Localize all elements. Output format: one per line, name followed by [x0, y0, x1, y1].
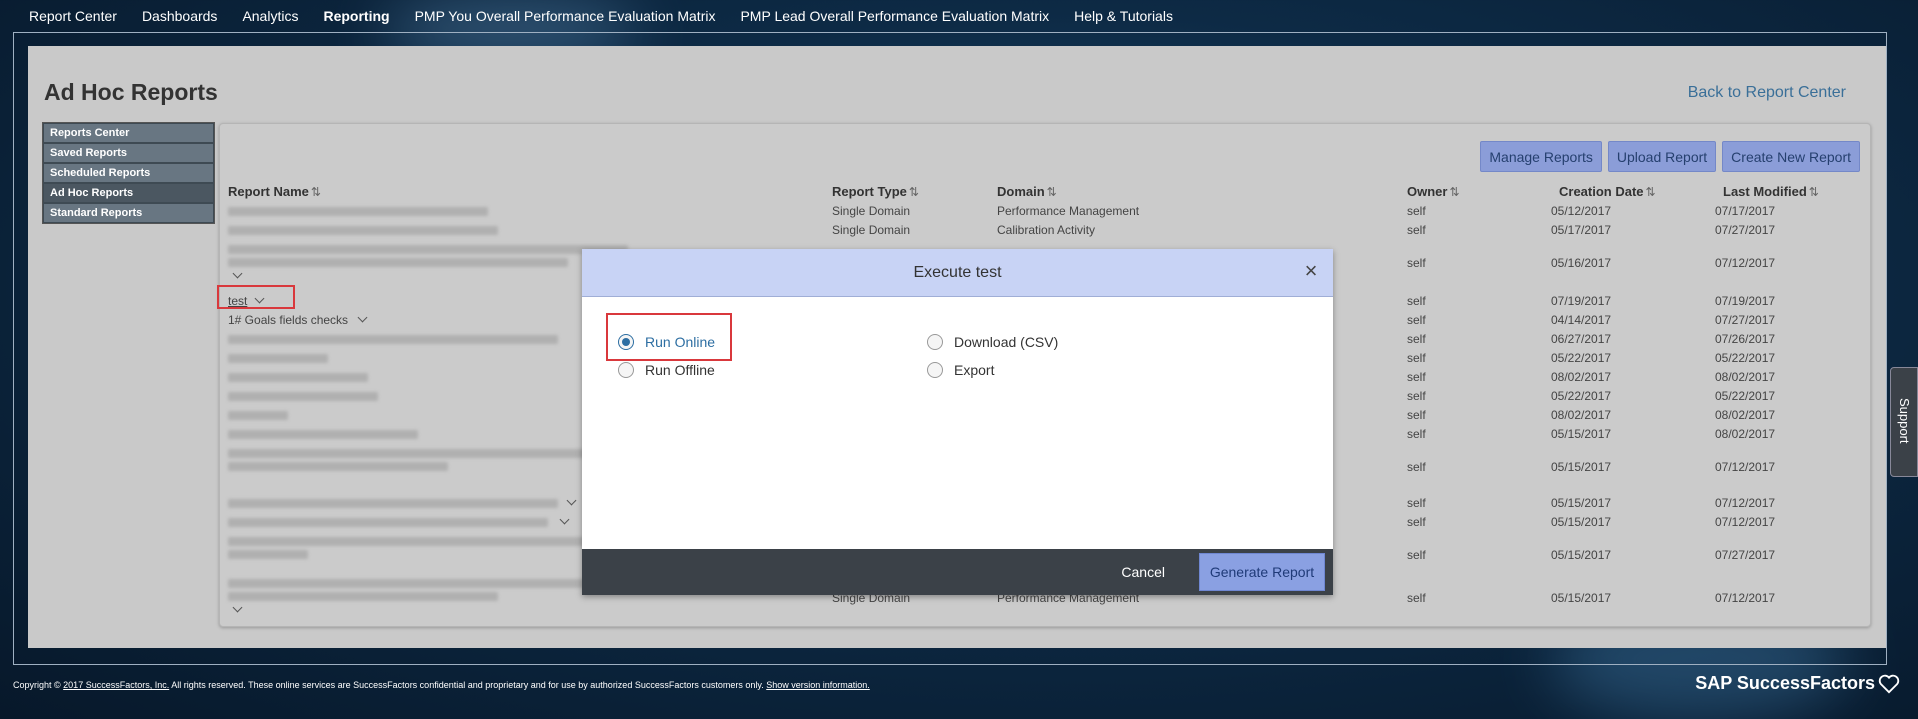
- redacted-name: [228, 462, 448, 471]
- heart-icon: [1878, 674, 1900, 693]
- support-tab[interactable]: Support: [1890, 367, 1918, 477]
- redacted-name: [228, 537, 608, 546]
- execute-report-dialog: Execute test × Run Online Run Offline Do…: [582, 249, 1333, 595]
- brand-logo: SAP SuccessFactors: [1695, 673, 1900, 694]
- page-title: Ad Hoc Reports: [44, 79, 218, 105]
- cancel-button[interactable]: Cancel: [1113, 558, 1173, 586]
- highlight-box: [217, 285, 295, 309]
- column-header-creation-date[interactable]: Creation Date ⇅: [1559, 184, 1656, 199]
- radio-button[interactable]: [927, 362, 943, 378]
- download-csv-option[interactable]: Download (CSV): [927, 334, 1058, 350]
- reports-side-menu: Reports Center Saved Reports Scheduled R…: [42, 122, 215, 224]
- redacted-name: [228, 518, 548, 527]
- sort-icon: ⇅: [1808, 185, 1819, 199]
- redacted-name: [228, 373, 368, 382]
- redacted-name: [228, 592, 498, 601]
- column-header-domain[interactable]: Domain ⇅: [997, 184, 1057, 199]
- top-navigation: Report Center Dashboards Analytics Repor…: [0, 0, 1918, 32]
- sort-icon: ⇅: [908, 185, 919, 199]
- nav-reporting[interactable]: Reporting: [323, 8, 389, 24]
- sidebar-item-standard-reports[interactable]: Standard Reports: [43, 203, 214, 223]
- column-header-owner[interactable]: Owner ⇅: [1407, 184, 1460, 199]
- radio-button[interactable]: [618, 362, 634, 378]
- redacted-name: [228, 245, 628, 254]
- sidebar-item-reports-center[interactable]: Reports Center: [43, 123, 214, 143]
- redacted-name: [228, 579, 628, 588]
- copyright-footer: Copyright © 2017 SuccessFactors, Inc. Al…: [13, 680, 870, 690]
- redacted-name: [228, 207, 488, 216]
- redacted-name: [228, 258, 568, 267]
- redacted-name: [228, 335, 558, 344]
- redacted-name: [228, 449, 588, 458]
- chevron-down-icon[interactable]: [232, 268, 243, 279]
- run-offline-option[interactable]: Run Offline: [618, 362, 715, 378]
- dialog-header: Execute test ×: [582, 249, 1333, 297]
- redacted-name: [228, 499, 558, 508]
- redacted-name: [228, 392, 378, 401]
- sidebar-item-ad-hoc-reports[interactable]: Ad Hoc Reports: [43, 183, 214, 203]
- sidebar-item-scheduled-reports[interactable]: Scheduled Reports: [43, 163, 214, 183]
- report-name-link[interactable]: 1# Goals fields checks: [228, 313, 348, 327]
- dialog-footer: Cancel Generate Report: [582, 549, 1333, 595]
- show-version-link[interactable]: Show version information.: [766, 680, 870, 690]
- nav-pmp-lead-matrix[interactable]: PMP Lead Overall Performance Evaluation …: [740, 8, 1049, 24]
- generate-report-button[interactable]: Generate Report: [1199, 553, 1325, 591]
- redacted-name: [228, 550, 308, 559]
- sort-icon: ⇅: [1645, 185, 1656, 199]
- upload-report-button[interactable]: Upload Report: [1607, 141, 1717, 172]
- nav-pmp-you-matrix[interactable]: PMP You Overall Performance Evaluation M…: [415, 8, 716, 24]
- column-header-report-type[interactable]: Report Type ⇅: [832, 184, 919, 199]
- sort-icon: ⇅: [1046, 185, 1057, 199]
- export-option[interactable]: Export: [927, 362, 994, 378]
- nav-analytics[interactable]: Analytics: [242, 8, 298, 24]
- column-header-report-name[interactable]: Report Name ⇅: [228, 184, 321, 199]
- copyright-link[interactable]: 2017 SuccessFactors, Inc.: [63, 680, 169, 690]
- report-actions: Manage Reports Upload Report Create New …: [1480, 141, 1860, 172]
- manage-reports-button[interactable]: Manage Reports: [1480, 141, 1602, 172]
- redacted-name: [228, 226, 498, 235]
- nav-help-tutorials[interactable]: Help & Tutorials: [1074, 8, 1173, 24]
- radio-button[interactable]: [927, 334, 943, 350]
- redacted-name: [228, 411, 288, 420]
- redacted-name: [228, 430, 418, 439]
- close-icon[interactable]: ×: [1299, 260, 1323, 284]
- chevron-down-icon[interactable]: [566, 495, 577, 506]
- nav-dashboards[interactable]: Dashboards: [142, 8, 218, 24]
- back-to-report-center-link[interactable]: Back to Report Center: [1688, 84, 1846, 102]
- highlight-box: [606, 313, 732, 361]
- sort-icon: ⇅: [1449, 185, 1460, 199]
- nav-report-center[interactable]: Report Center: [29, 8, 117, 24]
- table-header: Report Name ⇅ Report Type ⇅ Domain ⇅ Owner ⇅…: [228, 184, 1858, 202]
- create-new-report-button[interactable]: Create New Report: [1722, 141, 1860, 172]
- chevron-down-icon[interactable]: [232, 602, 243, 613]
- chevron-down-icon[interactable]: [559, 514, 570, 525]
- sort-icon: ⇅: [310, 185, 321, 199]
- chevron-down-icon[interactable]: [357, 312, 368, 323]
- dialog-title: Execute test: [913, 263, 1002, 281]
- column-header-last-modified[interactable]: Last Modified ⇅: [1723, 184, 1819, 199]
- sidebar-item-saved-reports[interactable]: Saved Reports: [43, 143, 214, 163]
- redacted-name: [228, 354, 328, 363]
